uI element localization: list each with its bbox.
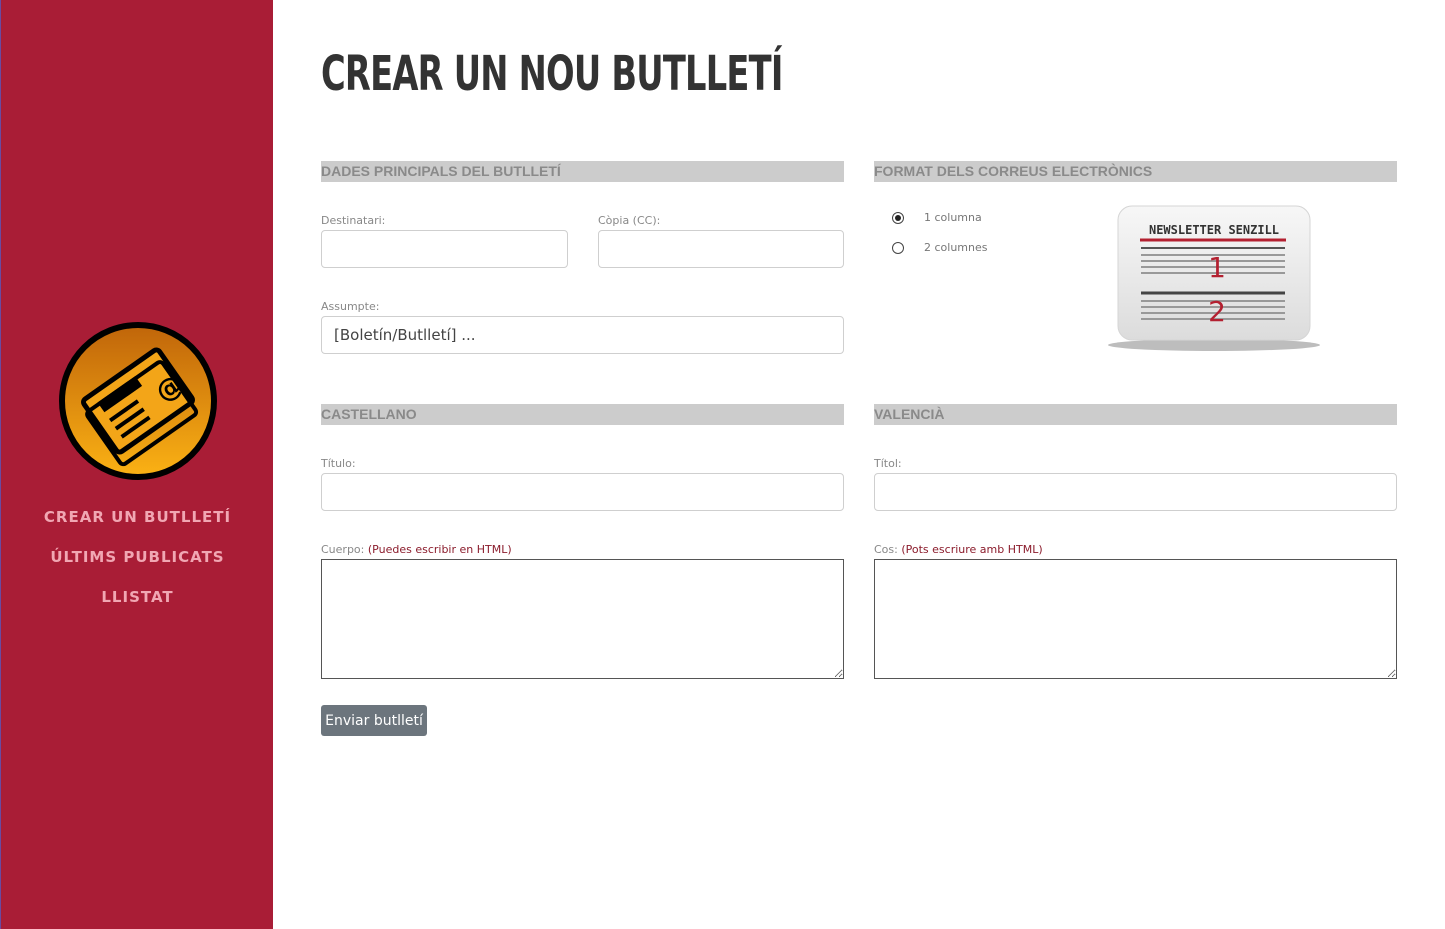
format-option-2-columns[interactable]: 2 columnes bbox=[892, 241, 988, 254]
recipient-field[interactable] bbox=[321, 230, 568, 268]
radio-2-columns-label: 2 columnes bbox=[924, 241, 988, 254]
section-heading-email-format: FORMAT DELS CORREUS ELECTRÒNICS bbox=[874, 161, 1397, 182]
svg-text:2: 2 bbox=[1208, 295, 1226, 328]
titol-field[interactable] bbox=[874, 473, 1397, 511]
cuerpo-label-text: Cuerpo: bbox=[321, 543, 365, 556]
send-newsletter-button[interactable]: Enviar butlletí bbox=[321, 705, 427, 736]
svg-text:NEWSLETTER SENZILL: NEWSLETTER SENZILL bbox=[1149, 223, 1279, 237]
radio-1-column-label: 1 columna bbox=[924, 211, 982, 224]
subject-label: Assumpte: bbox=[321, 300, 380, 313]
cuerpo-html-hint: (Puedes escribir en HTML) bbox=[367, 543, 512, 556]
cuerpo-textarea[interactable] bbox=[321, 559, 844, 679]
cuerpo-label: Cuerpo: (Puedes escribir en HTML) bbox=[321, 543, 512, 556]
format-option-1-column[interactable]: 1 columna bbox=[892, 211, 982, 224]
section-heading-main-data: DADES PRINCIPALS DEL BUTLLETÍ bbox=[321, 161, 844, 182]
nav-create-newsletter[interactable]: CREAR UN BUTLLETÍ bbox=[1, 506, 274, 546]
titol-label: Títol: bbox=[874, 457, 902, 470]
titulo-field[interactable] bbox=[321, 473, 844, 511]
radio-1-column[interactable] bbox=[892, 211, 904, 224]
cos-textarea[interactable] bbox=[874, 559, 1397, 679]
sidebar-nav: CREAR UN BUTLLETÍ ÚLTIMS PUBLICATS LLIST… bbox=[1, 506, 274, 626]
nav-latest-published[interactable]: ÚLTIMS PUBLICATS bbox=[1, 546, 274, 586]
titulo-label: Título: bbox=[321, 457, 356, 470]
newsletter-at-icon: @ bbox=[59, 322, 217, 480]
svg-text:1: 1 bbox=[1208, 251, 1226, 284]
cos-label: Cos: (Pots escriure amb HTML) bbox=[874, 543, 1043, 556]
radio-2-columns[interactable] bbox=[892, 241, 904, 254]
cc-label: Còpia (CC): bbox=[598, 214, 661, 227]
sidebar: @ CREAR UN BUTLLETÍ ÚLTIMS PUBLICATS LLI… bbox=[0, 0, 273, 929]
cos-label-text: Cos: bbox=[874, 543, 898, 556]
nav-list[interactable]: LLISTAT bbox=[1, 586, 274, 626]
subject-field[interactable] bbox=[321, 316, 844, 354]
recipient-label: Destinatari: bbox=[321, 214, 386, 227]
section-heading-valencia: VALENCIÀ bbox=[874, 404, 1397, 425]
cos-html-hint: (Pots escriure amb HTML) bbox=[901, 543, 1043, 556]
section-heading-castellano: CASTELLANO bbox=[321, 404, 844, 425]
newsletter-layout-preview-image: NEWSLETTER SENZILL 1 2 bbox=[1108, 205, 1320, 351]
page-title: CREAR UN NOU BUTLLETÍ bbox=[321, 46, 783, 102]
cc-field[interactable] bbox=[598, 230, 844, 268]
